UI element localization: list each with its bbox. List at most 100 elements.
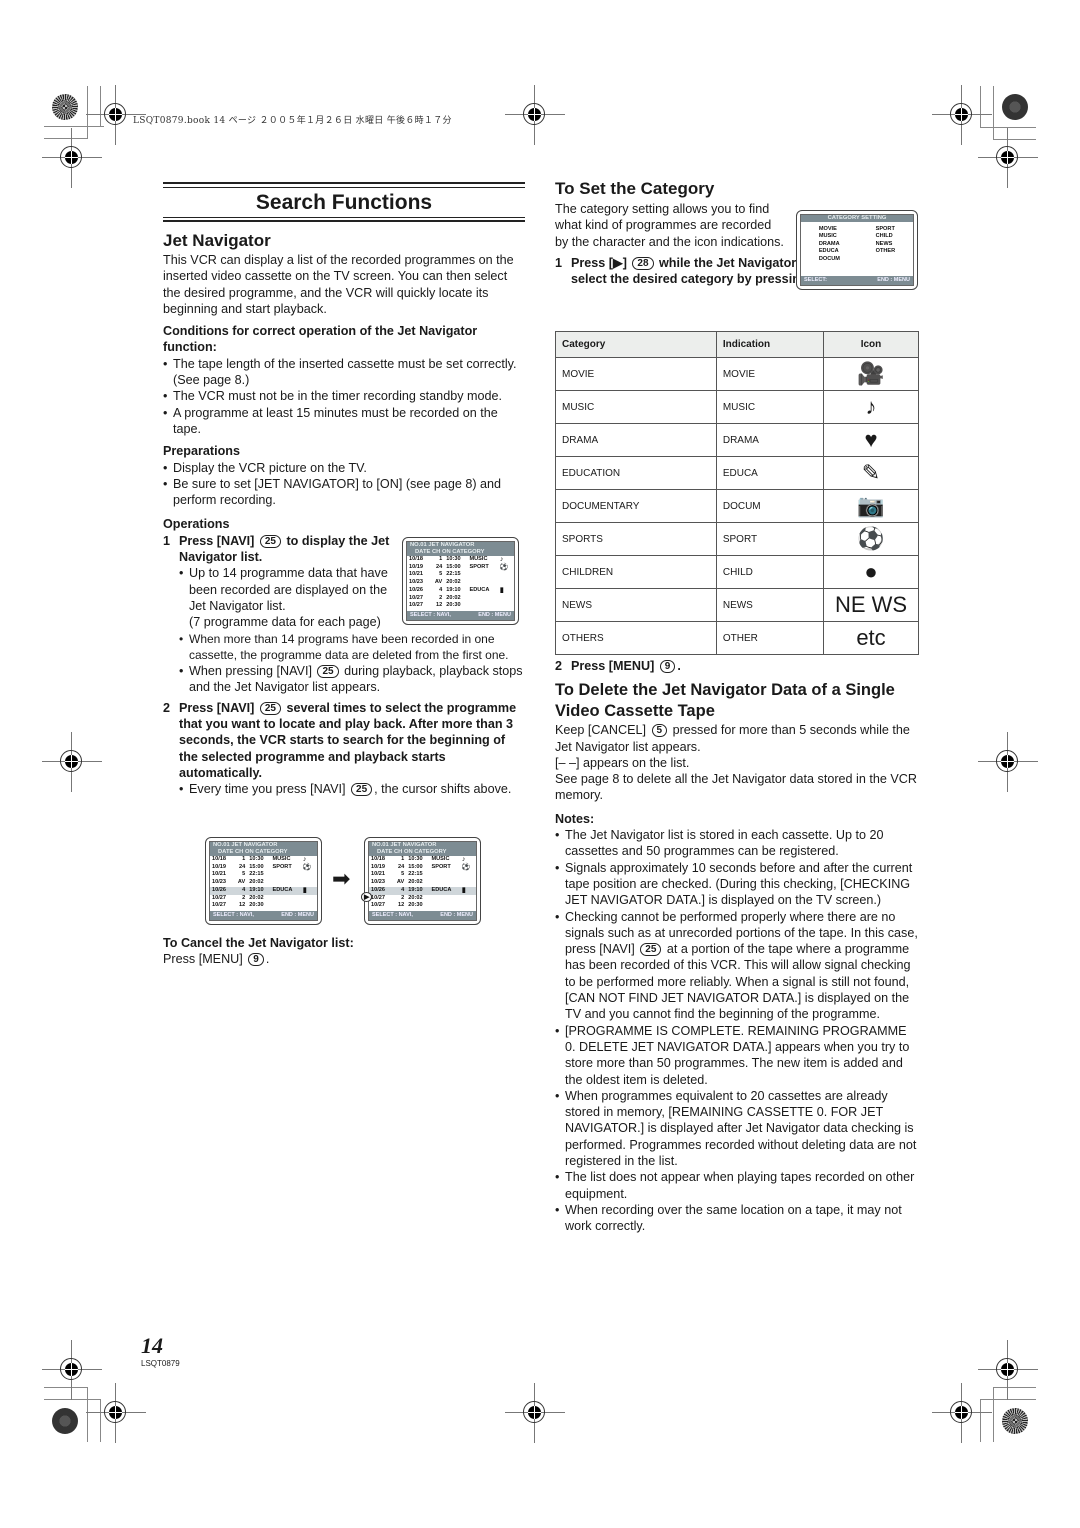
navigator-row: 10/27 12 20:30 (210, 902, 317, 910)
navigator-list: 10/18 1 10:30 MUSIC ♪ 10/19 24 15:00 SPORT ⚽ 10/21… (210, 856, 317, 910)
bullet-note: (7 programme data for each page) (189, 615, 381, 630)
cancel-instruction: Press [MENU] 9. (163, 951, 525, 967)
page-number: 14 (141, 1333, 163, 1358)
navigator-row: 10/18 1 10:30 MUSIC ♪ (369, 856, 476, 864)
navigator-row: 10/19 24 15:00 SPORT ⚽ (407, 564, 514, 572)
row-category (429, 871, 459, 879)
row-category (270, 902, 300, 910)
row-date: 10/27 (409, 594, 423, 601)
category-table: Category Indication Icon MOVIE MOVIE 🎥 MUSI… (555, 331, 919, 655)
registration-target-icon (505, 1383, 565, 1443)
cell-icon: 🎥 (823, 357, 919, 391)
row-category-icon: ▮ (300, 886, 317, 895)
row-category: MUSIC (431, 856, 450, 862)
navigator-footer-left: SELECT : NAVI, (372, 912, 413, 918)
category-screen-left-list: MOVIE MUSIC DRAMA EDUCA DOCUM (819, 226, 840, 263)
row-date: 10/23 (409, 579, 423, 586)
row-time: 20:02 (408, 894, 423, 901)
cancel-text: Press [MENU] (163, 952, 243, 967)
row-channel: 4 (391, 886, 407, 895)
row-date: 10/26 (409, 586, 423, 593)
step1-bullet: When pressing [NAVI] 25 during playback,… (179, 663, 525, 696)
row-date: 10/27 (212, 902, 226, 909)
registration-starburst-icon (1002, 1408, 1028, 1434)
navigator-column-headers: DATE CH ON CATEGORY (407, 549, 514, 556)
row-category-icon: ♪ (461, 856, 466, 863)
row-category: EDUCA (270, 886, 301, 895)
navigator-footer-right: END : MENU (478, 612, 511, 618)
registration-target-icon (42, 128, 102, 188)
navigator-footer-left: SELECT : NAVI, (410, 612, 451, 618)
cell-category: EDUCATION (555, 456, 717, 490)
row-date: 10/18 (371, 856, 385, 862)
cell-category: NEWS (555, 588, 717, 622)
button-number-badge: 25 (351, 783, 373, 797)
step-1: 1 Press [NAVI] 25 to display the Jet Nav… (163, 533, 404, 566)
preparation-item: Be sure to set [JET NAVIGATOR] to [ON] (… (163, 476, 525, 509)
button-number-badge: 25 (259, 701, 281, 715)
row-channel: 24 (436, 563, 443, 570)
category-screen-item: MOVIE (818, 226, 837, 232)
right-column-bottom: 2 Press [MENU] 9. To Delete the Jet Navi… (555, 658, 919, 1235)
navigator-row: 10/26 4 19:10 EDUCA ▮ (407, 587, 514, 595)
navigator-row: 10/19 24 15:00 SPORT ⚽ (210, 864, 317, 872)
row-time: 20:02 (446, 594, 461, 601)
navigator-row: 10/23 AV 20:02 (210, 879, 317, 887)
row-category-icon: ♪ (302, 856, 307, 863)
row-time: 15:00 (408, 863, 423, 870)
row-date: 10/19 (371, 863, 385, 870)
registration-target-icon (978, 128, 1038, 188)
navigator-row: 10/19 24 15:00 SPORT ⚽ (369, 864, 476, 872)
cell-category: OTHERS (555, 621, 717, 655)
note-item: [PROGRAMME IS COMPLETE. REMAINING PROGRA… (555, 1023, 919, 1088)
button-number-badge: 25 (259, 534, 281, 548)
button-number-badge: 28 (632, 256, 654, 270)
navigator-list: 10/18 1 10:30 MUSIC ♪ 10/19 24 15:00 SPORT ⚽ 10/21… (407, 556, 514, 610)
button-number-badge: 9 (248, 953, 264, 967)
row-category-icon (460, 895, 476, 903)
row-channel: AV (434, 579, 443, 586)
category-row: EDUCATION EDUCA ✎ (555, 456, 919, 490)
row-channel: AV (237, 879, 246, 886)
navigator-row: 10/26 4 19:10 EDUCA ▮ (369, 886, 476, 895)
row-channel: 12 (398, 902, 405, 909)
category-screen-item: MUSIC (818, 233, 837, 240)
row-channel: 12 (239, 902, 246, 909)
row-category: SPORT (431, 863, 451, 870)
row-time: 20:30 (408, 902, 423, 909)
row-category-icon (460, 871, 476, 879)
category-screen-item: CHILD (875, 233, 893, 240)
navigator-row: 10/26 4 19:10 EDUCA ▮ (210, 886, 317, 895)
row-time: 22:15 (408, 871, 423, 878)
row-category-icon: ♪ (499, 556, 504, 563)
row-category (429, 895, 459, 903)
category-step-2: 2 Press [MENU] 9. (555, 658, 919, 674)
left-column: Jet Navigator This VCR can display a lis… (163, 231, 525, 798)
row-category: MUSIC (469, 556, 488, 562)
navigator-row: 10/18 1 10:30 MUSIC ♪ (407, 556, 514, 564)
navigator-row: 10/27 12 20:30 (407, 602, 514, 610)
row-channel: 5 (401, 871, 405, 878)
conditions-heading: Conditions for correct operation of the … (163, 324, 478, 355)
button-number-badge: 5 (651, 724, 668, 738)
row-category-icon (460, 902, 476, 910)
step-number: 1 (555, 255, 563, 270)
navigator-row: 10/21 5 22:15 (407, 571, 514, 579)
category-row: MOVIE MOVIE 🎥 (555, 357, 919, 391)
row-channel: 5 (439, 571, 443, 578)
navigator-footer-right: END : MENU (440, 912, 473, 918)
row-time: 19:10 (247, 886, 271, 895)
button-number-badge: 25 (317, 665, 339, 679)
row-category-icon: ⚽ (499, 563, 509, 571)
category-screen-right-list: SPORT CHILD NEWS OTHER (876, 226, 896, 263)
cell-icon: ⚽ (823, 522, 919, 556)
pencil-notebook-icon: ✎ (861, 460, 881, 485)
balloon-icon: ● (864, 559, 878, 584)
category-screen-item: OTHER (875, 248, 896, 255)
registration-target-icon (505, 85, 565, 145)
row-date: 10/18 (212, 856, 226, 862)
category-table-header: Category Indication Icon (555, 331, 919, 358)
note-item: The list does not appear when playing ta… (555, 1169, 919, 1202)
cell-icon: etc (823, 621, 919, 655)
intro-paragraph: This VCR can display a list of the recor… (163, 253, 514, 316)
